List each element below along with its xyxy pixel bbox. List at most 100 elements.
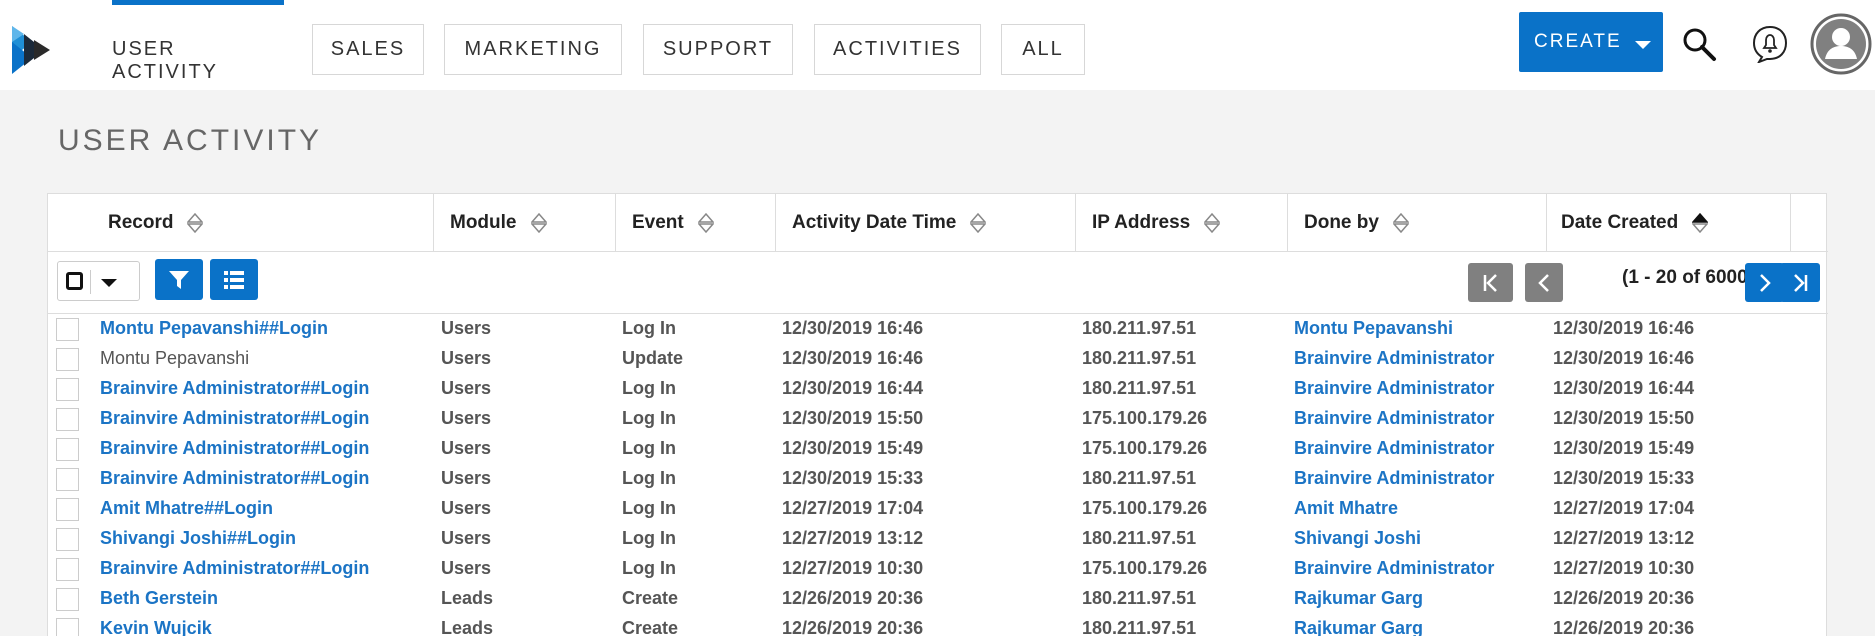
event-cell: Log In xyxy=(622,438,676,458)
record-cell[interactable]: Brainvire Administrator##Login xyxy=(100,468,369,489)
column-header-label: Record xyxy=(108,212,174,233)
row-checkbox[interactable] xyxy=(56,348,79,371)
record-cell[interactable]: Montu Pepavanshi##Login xyxy=(100,318,328,339)
module-cell: Users xyxy=(441,378,492,398)
ip-address-cell: 180.211.97.51 xyxy=(1082,468,1197,488)
column-header-label: IP Address xyxy=(1092,212,1191,233)
date-created-cell: 12/27/2019 10:30 xyxy=(1553,558,1695,578)
row-checkbox[interactable] xyxy=(56,378,79,401)
module-cell: Users xyxy=(441,558,492,578)
ip-address-cell: 175.100.179.26 xyxy=(1082,498,1208,518)
record-cell[interactable]: Kevin Wujcik xyxy=(100,618,212,636)
date-created-cell: 12/26/2019 20:36 xyxy=(1553,588,1695,608)
ip-address-cell: 180.211.97.51 xyxy=(1082,348,1197,368)
column-header-activity-date-time[interactable]: Activity Date Time xyxy=(776,194,1076,252)
done-by-cell[interactable]: Montu Pepavanshi xyxy=(1294,318,1453,339)
row-checkbox[interactable] xyxy=(56,438,79,461)
module-cell: Users xyxy=(441,408,492,428)
column-header-event[interactable]: Event xyxy=(616,194,776,252)
row-checkbox[interactable] xyxy=(56,588,79,611)
table-header-row: Record Module Event Activity Date Time I… xyxy=(48,194,1828,252)
done-by-cell[interactable]: Rajkumar Garg xyxy=(1294,618,1423,636)
first-page-icon xyxy=(1483,273,1497,292)
search-icon[interactable] xyxy=(1681,26,1717,62)
done-by-cell[interactable]: Brainvire Administrator xyxy=(1294,348,1494,369)
activity-date-time-cell: 12/30/2019 15:50 xyxy=(782,408,924,428)
create-button-label: CREATE xyxy=(1534,31,1622,52)
table-row: Beth Gerstein Leads Create 12/26/2019 20:36… xyxy=(48,584,1828,614)
record-cell[interactable]: Beth Gerstein xyxy=(100,588,218,609)
active-tab-indicator xyxy=(112,0,284,5)
row-checkbox[interactable] xyxy=(56,468,79,491)
tab-all[interactable]: ALL xyxy=(1001,24,1085,75)
date-created-cell: 12/30/2019 15:33 xyxy=(1553,468,1695,488)
sort-icon[interactable] xyxy=(187,213,204,233)
row-checkbox[interactable] xyxy=(56,318,79,341)
tab-support[interactable]: SUPPORT xyxy=(643,24,793,75)
done-by-cell[interactable]: Brainvire Administrator xyxy=(1294,438,1494,459)
sort-ascending-icon[interactable] xyxy=(1692,213,1709,233)
record-cell[interactable]: Brainvire Administrator##Login xyxy=(100,408,369,429)
record-cell[interactable]: Brainvire Administrator##Login xyxy=(100,438,369,459)
sort-icon[interactable] xyxy=(697,213,714,233)
ip-address-cell: 175.100.179.26 xyxy=(1082,438,1208,458)
activity-date-time-cell: 12/27/2019 17:04 xyxy=(782,498,924,518)
tab-user-activity[interactable]: USER ACTIVITY xyxy=(112,0,284,90)
column-header-ip-address[interactable]: IP Address xyxy=(1076,194,1288,252)
row-checkbox[interactable] xyxy=(56,558,79,581)
app-logo-icon[interactable] xyxy=(10,20,54,78)
activity-date-time-cell: 12/26/2019 20:36 xyxy=(782,618,924,636)
done-by-cell[interactable]: Amit Mhatre xyxy=(1294,498,1398,519)
activity-date-time-cell: 12/27/2019 13:12 xyxy=(782,528,924,548)
create-button[interactable]: CREATE xyxy=(1519,12,1663,72)
previous-page-button[interactable] xyxy=(1525,263,1563,302)
column-header-module[interactable]: Module xyxy=(434,194,616,252)
sort-icon[interactable] xyxy=(1392,213,1409,233)
tab-activities[interactable]: ACTIVITIES xyxy=(814,24,981,75)
notification-bell-icon[interactable] xyxy=(1751,25,1789,63)
record-cell[interactable]: Brainvire Administrator##Login xyxy=(100,558,369,579)
activity-date-time-cell: 12/30/2019 15:49 xyxy=(782,438,924,458)
column-header-record[interactable]: Record xyxy=(48,194,434,252)
row-checkbox[interactable] xyxy=(56,528,79,551)
done-by-cell[interactable]: Brainvire Administrator xyxy=(1294,468,1494,489)
sort-icon[interactable] xyxy=(970,213,987,233)
done-by-cell[interactable]: Brainvire Administrator xyxy=(1294,558,1494,579)
date-created-cell: 12/30/2019 16:44 xyxy=(1553,378,1695,398)
column-header-date-created[interactable]: Date Created xyxy=(1547,194,1791,252)
row-checkbox[interactable] xyxy=(56,408,79,431)
done-by-cell[interactable]: Shivangi Joshi xyxy=(1294,528,1421,549)
select-all-dropdown[interactable] xyxy=(57,261,140,301)
user-avatar-icon[interactable] xyxy=(1810,13,1872,75)
filter-icon xyxy=(169,270,189,289)
record-cell[interactable]: Shivangi Joshi##Login xyxy=(100,528,296,549)
next-page-button[interactable] xyxy=(1745,263,1784,302)
date-created-cell: 12/30/2019 15:50 xyxy=(1553,408,1695,428)
last-page-button[interactable] xyxy=(1780,263,1820,302)
column-header-label: Date Created xyxy=(1561,212,1679,233)
row-checkbox[interactable] xyxy=(56,498,79,521)
row-checkbox[interactable] xyxy=(56,618,79,636)
sort-icon[interactable] xyxy=(530,213,547,233)
first-page-button[interactable] xyxy=(1468,263,1513,302)
activity-date-time-cell: 12/30/2019 16:44 xyxy=(782,378,924,398)
tab-user-activity-label: USER ACTIVITY xyxy=(112,38,219,83)
page-title: USER ACTIVITY xyxy=(58,124,323,157)
done-by-cell[interactable]: Rajkumar Garg xyxy=(1294,588,1423,609)
tab-sales[interactable]: SALES xyxy=(312,24,424,75)
sort-icon[interactable] xyxy=(1204,213,1221,233)
record-cell[interactable]: Amit Mhatre##Login xyxy=(100,498,273,519)
tab-marketing[interactable]: MARKETING xyxy=(444,24,622,75)
done-by-cell[interactable]: Brainvire Administrator xyxy=(1294,378,1494,399)
date-created-cell: 12/27/2019 13:12 xyxy=(1553,528,1695,548)
table-row: Brainvire Administrator##Login Users Log I… xyxy=(48,404,1828,434)
event-cell: Log In xyxy=(622,498,676,518)
column-chooser-button[interactable] xyxy=(210,259,258,300)
done-by-cell[interactable]: Brainvire Administrator xyxy=(1294,408,1494,429)
filter-button[interactable] xyxy=(155,259,203,300)
ip-address-cell: 180.211.97.51 xyxy=(1082,588,1197,608)
record-cell[interactable]: Brainvire Administrator##Login xyxy=(100,378,369,399)
column-header-label: Activity Date Time xyxy=(792,212,957,233)
table-row: Brainvire Administrator##Login Users Log I… xyxy=(48,374,1828,404)
column-header-done-by[interactable]: Done by xyxy=(1288,194,1547,252)
